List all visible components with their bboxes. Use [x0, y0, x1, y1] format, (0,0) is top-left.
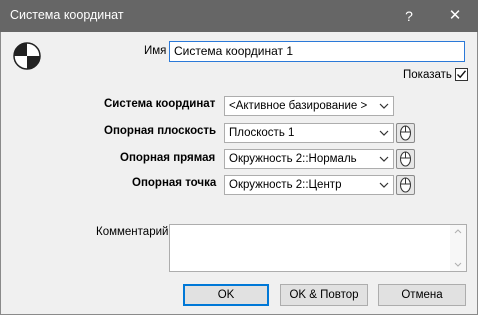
- ref-point-label: Опорная точка: [132, 177, 217, 189]
- ok-button[interactable]: OK: [183, 284, 269, 306]
- close-button[interactable]: ✕: [432, 0, 478, 32]
- ref-line-label: Опорная прямая: [120, 152, 216, 164]
- ref-point-select[interactable]: Окружность 2::Центр: [224, 175, 394, 195]
- chevron-down-icon: [379, 182, 389, 188]
- ref-point-pick-button[interactable]: [396, 175, 415, 195]
- help-button[interactable]: ?: [392, 0, 426, 32]
- mouse-pick-icon: [400, 151, 411, 167]
- scroll-arrows-icon: [454, 229, 462, 267]
- chevron-down-icon: [379, 130, 389, 136]
- ok-repeat-button[interactable]: OK & Повтор: [280, 284, 368, 306]
- ref-plane-pick-button[interactable]: [396, 123, 415, 143]
- coord-system-label: Система координат: [104, 98, 216, 110]
- chevron-down-icon: [379, 156, 389, 162]
- show-checkbox[interactable]: [455, 68, 468, 81]
- coord-system-value: <Активное базирование >: [229, 100, 368, 112]
- coord-system-select[interactable]: <Активное базирование >: [224, 96, 394, 116]
- coordinate-system-icon: [13, 42, 41, 70]
- ref-plane-select[interactable]: Плоскость 1: [224, 123, 394, 143]
- ref-plane-label: Опорная плоскость: [104, 125, 217, 137]
- ref-line-pick-button[interactable]: [396, 149, 415, 169]
- chevron-down-icon: [379, 103, 389, 109]
- cancel-button[interactable]: Отмена: [378, 284, 466, 306]
- checkmark-icon: [457, 70, 467, 79]
- window-title: Система координат: [10, 8, 124, 22]
- dialog-body: Имя Система координат 1 Показать Система…: [0, 32, 478, 315]
- comment-label: Комментарий: [96, 226, 169, 238]
- mouse-pick-icon: [400, 125, 411, 141]
- mouse-pick-icon: [400, 177, 411, 193]
- ref-point-value: Окружность 2::Центр: [229, 179, 342, 191]
- title-bar[interactable]: Система координат ? ✕: [0, 0, 478, 32]
- name-label: Имя: [144, 45, 167, 57]
- show-label: Показать: [403, 69, 452, 81]
- name-input[interactable]: Система координат 1: [169, 41, 465, 62]
- name-input-value: Система координат 1: [174, 44, 294, 58]
- comment-scrollbar[interactable]: [450, 225, 466, 271]
- ref-line-select[interactable]: Окружность 2::Нормаль: [224, 149, 394, 169]
- comment-textarea[interactable]: [169, 224, 467, 272]
- ref-plane-value: Плоскость 1: [229, 127, 295, 139]
- ref-line-value: Окружность 2::Нормаль: [229, 153, 357, 165]
